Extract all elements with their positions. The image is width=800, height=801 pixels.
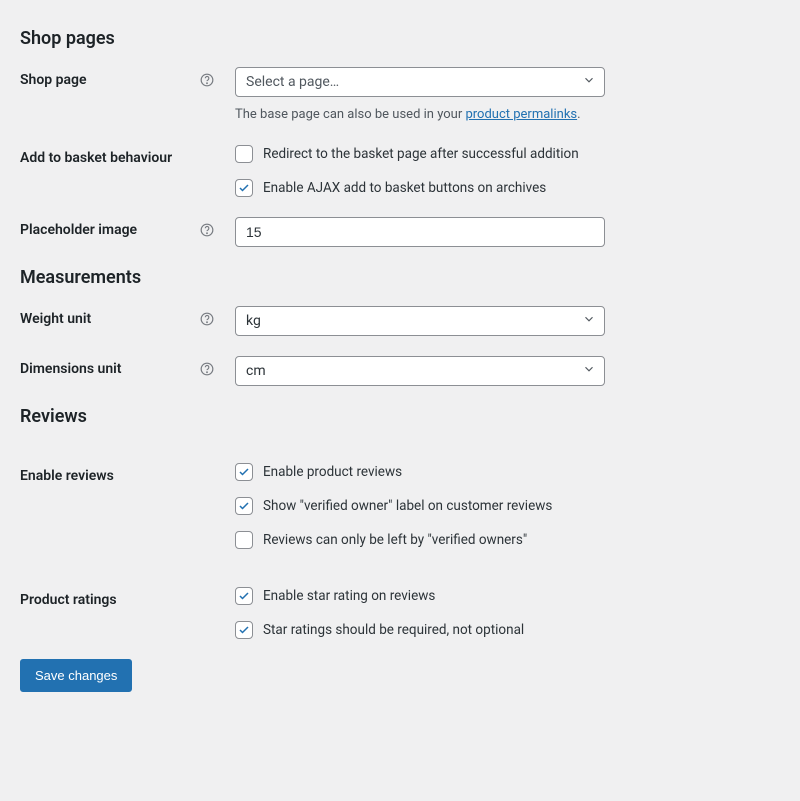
dimensions-unit-value: cm — [246, 363, 266, 379]
chevron-down-icon — [582, 312, 596, 330]
help-icon[interactable] — [200, 223, 214, 237]
checkbox-verified-label[interactable] — [235, 497, 253, 515]
checkbox-verified-only-label: Reviews can only be left by "verified ow… — [263, 532, 527, 548]
label-product-ratings: Product ratings — [20, 592, 117, 608]
product-permalinks-link[interactable]: product permalinks — [465, 107, 577, 122]
checkbox-enable-reviews[interactable] — [235, 463, 253, 481]
checkbox-enable-reviews-label: Enable product reviews — [263, 464, 402, 480]
checkbox-enable-star[interactable] — [235, 587, 253, 605]
label-shop-page: Shop page — [20, 72, 87, 88]
row-shop-page: Shop page Select a page… The base page c… — [20, 67, 780, 125]
weight-unit-value: kg — [246, 313, 261, 329]
shop-page-description: The base page can also be used in your p… — [235, 105, 620, 125]
row-placeholder-image: Placeholder image — [20, 217, 780, 247]
weight-unit-select[interactable]: kg — [235, 306, 605, 336]
help-icon[interactable] — [200, 312, 214, 326]
label-placeholder-image: Placeholder image — [20, 222, 137, 238]
row-weight-unit: Weight unit kg — [20, 306, 780, 336]
placeholder-image-input[interactable] — [235, 217, 605, 247]
checkbox-redirect-basket-label: Redirect to the basket page after succes… — [263, 146, 579, 162]
checkbox-enable-star-label: Enable star rating on reviews — [263, 588, 435, 604]
section-heading-measurements: Measurements — [20, 267, 780, 288]
label-enable-reviews: Enable reviews — [20, 468, 114, 484]
help-icon[interactable] — [200, 73, 214, 87]
label-add-to-basket: Add to basket behaviour — [20, 150, 172, 166]
row-add-to-basket: Add to basket behaviour Redirect to the … — [20, 145, 780, 197]
chevron-down-icon — [582, 362, 596, 380]
shop-page-select[interactable]: Select a page… — [235, 67, 605, 97]
label-weight-unit: Weight unit — [20, 311, 91, 327]
shop-page-select-value: Select a page… — [246, 74, 339, 90]
checkbox-ajax-basket-label: Enable AJAX add to basket buttons on arc… — [263, 180, 546, 196]
section-heading-reviews: Reviews — [20, 406, 780, 427]
row-enable-reviews: Enable reviews Enable product reviews Sh… — [20, 463, 780, 549]
row-dimensions-unit: Dimensions unit cm — [20, 356, 780, 386]
checkbox-redirect-basket[interactable] — [235, 145, 253, 163]
checkbox-verified-only[interactable] — [235, 531, 253, 549]
checkbox-ajax-basket[interactable] — [235, 179, 253, 197]
label-dimensions-unit: Dimensions unit — [20, 361, 122, 377]
dimensions-unit-select[interactable]: cm — [235, 356, 605, 386]
section-heading-shop-pages: Shop pages — [20, 28, 780, 49]
row-product-ratings: Product ratings Enable star rating on re… — [20, 587, 780, 639]
checkbox-star-required-label: Star ratings should be required, not opt… — [263, 622, 524, 638]
checkbox-star-required[interactable] — [235, 621, 253, 639]
help-icon[interactable] — [200, 362, 214, 376]
save-button[interactable]: Save changes — [20, 659, 132, 692]
checkbox-verified-label-label: Show "verified owner" label on customer … — [263, 498, 552, 514]
chevron-down-icon — [582, 73, 596, 91]
